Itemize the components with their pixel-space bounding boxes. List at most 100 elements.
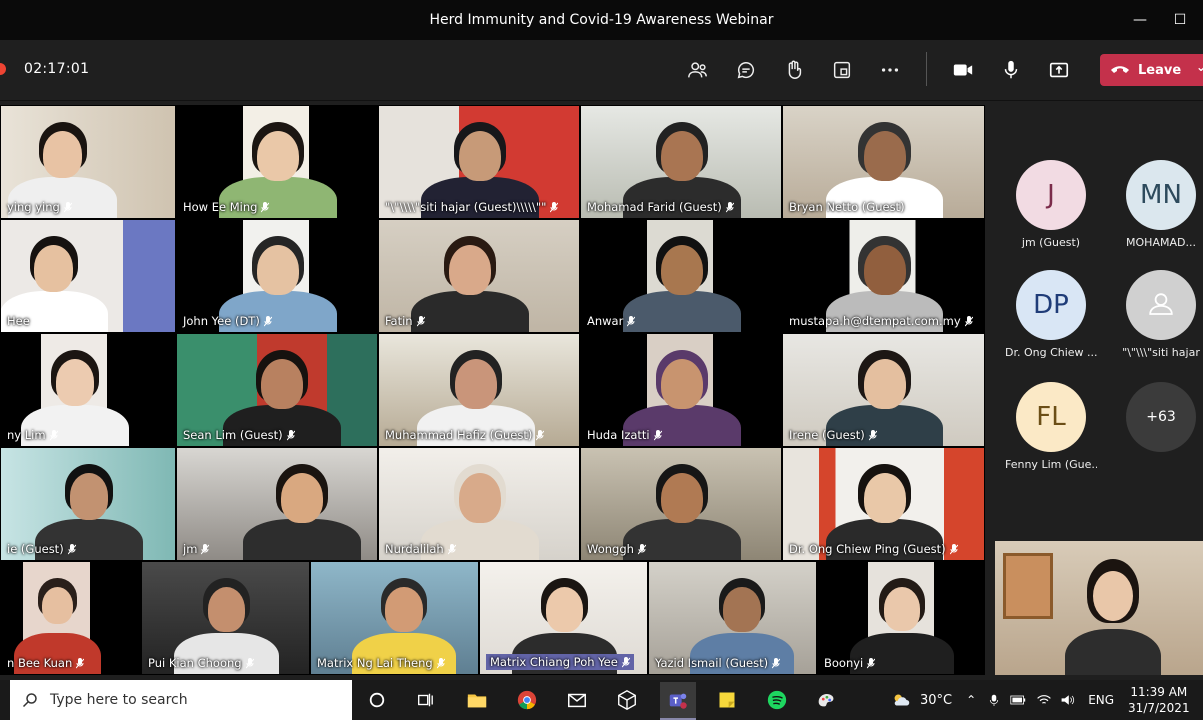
wifi-icon[interactable] <box>1036 694 1052 706</box>
input-language[interactable]: ENG <box>1088 693 1114 707</box>
participant-video-tile[interactable]: Matrix Chiang Poh Yee <box>480 562 647 674</box>
participant-avatar: MN <box>1126 160 1196 230</box>
roster-participant[interactable]: MN MOHAMAD... <box>1115 160 1203 249</box>
more-icon <box>881 68 899 72</box>
participant-name-tag: Hee <box>7 314 42 328</box>
chevron-down-icon[interactable]: ⌄ <box>1196 60 1203 74</box>
reactions-button[interactable] <box>778 54 810 86</box>
participant-face <box>454 359 497 410</box>
participant-avatar: J <box>1016 160 1086 230</box>
participant-video-tile[interactable]: mustapa.h@dtempat.com.my <box>783 220 984 332</box>
participant-video-tile[interactable]: Boonyi <box>818 562 984 674</box>
participant-name: Huda Izatti <box>587 428 650 442</box>
participant-video-tile[interactable]: "\"\\\\"siti hajar (Guest)\\\\\"" <box>379 106 579 218</box>
more-participants-button[interactable]: +63 <box>1115 382 1203 452</box>
spotify-icon[interactable] <box>763 686 791 714</box>
participant-name-tag: Nurdalilah <box>385 542 456 556</box>
participant-video-tile[interactable]: Fatin <box>379 220 579 332</box>
participant-video-tile[interactable]: Pui Kian Choong <box>142 562 309 674</box>
participant-video-tile[interactable]: ying ying <box>1 106 175 218</box>
participant-video-tile[interactable]: Hee <box>1 220 175 332</box>
participant-video-tile[interactable]: Sean Lim (Guest) <box>177 334 377 446</box>
task-view-icon[interactable] <box>411 686 439 714</box>
participant-name-tag: ny Lim <box>7 428 58 442</box>
participant-video-tile[interactable]: ie (Guest) <box>1 448 175 560</box>
clock[interactable]: 11:39 AM 31/7/2021 <box>1128 684 1190 716</box>
maximize-button[interactable]: ☐ <box>1157 0 1203 40</box>
rooms-button[interactable] <box>826 54 858 86</box>
participant-name-tag: Muhammad Hafiz (Guest) <box>385 428 545 442</box>
participant-body <box>243 518 362 560</box>
share-button[interactable] <box>1043 54 1075 86</box>
participant-face <box>257 131 299 182</box>
mic-off-icon <box>447 543 456 554</box>
video-grid: ying ying How Ee Ming "\"\\\\"siti hajar (… <box>0 105 985 675</box>
mail-icon[interactable] <box>563 686 591 714</box>
participant-video-tile[interactable]: jm <box>177 448 377 560</box>
cortana-icon[interactable] <box>363 686 391 714</box>
mic-button[interactable] <box>995 54 1027 86</box>
roster-participant[interactable]: "\"\\\"siti hajar <box>1115 270 1203 359</box>
participant-name-tag: mustapa.h@dtempat.com.my <box>789 314 973 328</box>
share-screen-icon <box>1049 62 1069 78</box>
participant-video-tile[interactable]: Dr. Ong Chiew Ping (Guest) <box>783 448 984 560</box>
mic-off-icon <box>536 429 545 440</box>
chat-button[interactable] <box>730 54 762 86</box>
more-actions-button[interactable] <box>874 54 906 86</box>
mic-off-icon <box>949 543 958 554</box>
file-explorer-icon[interactable] <box>463 686 491 714</box>
participant-video-tile[interactable]: Wonggh <box>581 448 781 560</box>
teams-taskbar-icon[interactable] <box>660 682 696 720</box>
participant-video-tile[interactable]: Bryan Netto (Guest) <box>783 106 984 218</box>
participant-video-tile[interactable]: Irene (Guest) <box>783 334 984 446</box>
mic-off-icon <box>550 201 559 212</box>
clock-time: 11:39 AM <box>1130 685 1188 699</box>
system-tray: 30°C ⌃ ENG 11:39 AM 31/7/2021 <box>890 680 1190 720</box>
roster-participant[interactable]: FL Fenny Lim (Gue... <box>1005 382 1097 471</box>
participant-video-tile[interactable]: Mohamad Farid (Guest) <box>581 106 781 218</box>
participant-name-tag: Matrix Ng Lai Theng <box>317 656 445 670</box>
participant-name-tag: John Yee (DT) <box>183 314 272 328</box>
volume-icon[interactable] <box>1060 693 1076 707</box>
mic-off-icon <box>201 543 210 554</box>
roster-participant[interactable]: Jjm (Guest) <box>1005 160 1097 249</box>
participant-video-tile[interactable]: Matrix Ng Lai Theng <box>311 562 478 674</box>
participant-name-tag: ying ying <box>7 200 72 214</box>
avatar-initials: +63 <box>1146 409 1176 425</box>
participant-video-tile[interactable]: How Ee Ming <box>177 106 377 218</box>
participant-video-tile[interactable]: John Yee (DT) <box>177 220 377 332</box>
tray-overflow-icon[interactable]: ⌃ <box>966 693 976 707</box>
taskbar-search-box[interactable]: Type here to search <box>10 680 352 720</box>
mic-off-icon <box>964 315 973 326</box>
participant-video-tile[interactable]: Yazid Ismail (Guest) <box>649 562 816 674</box>
participant-name-tag: Fatin <box>385 314 425 328</box>
participant-video-tile[interactable]: Nurdalilah <box>379 448 579 560</box>
participant-video-tile[interactable]: Muhammad Hafiz (Guest) <box>379 334 579 446</box>
paint-icon[interactable] <box>812 686 840 714</box>
participant-video-tile[interactable]: Anwar <box>581 220 781 332</box>
participant-video-tile[interactable]: Huda Izatti <box>581 334 781 446</box>
participant-name: Matrix Chiang Poh Yee <box>490 655 618 669</box>
participant-video-tile[interactable]: n Bee Kuan <box>1 562 140 674</box>
toolbar-divider <box>926 52 927 86</box>
self-video-preview[interactable] <box>995 541 1203 675</box>
participants-button[interactable] <box>682 54 714 86</box>
camera-button[interactable] <box>947 54 979 86</box>
search-placeholder: Type here to search <box>50 692 188 708</box>
app-cube-icon[interactable] <box>613 686 641 714</box>
participant-name: jm <box>183 542 198 556</box>
avatar-initials: MN <box>1140 180 1182 210</box>
weather-temp: 30°C <box>920 692 953 708</box>
camera-icon <box>953 64 973 76</box>
avatar-initials: J <box>1047 180 1055 210</box>
mic-off-icon <box>653 429 662 440</box>
leave-button[interactable]: Leave ⌄ <box>1100 54 1203 86</box>
roster-participant[interactable]: DP Dr. Ong Chiew ... <box>1005 270 1097 359</box>
participant-name: Irene (Guest) <box>789 428 865 442</box>
microphone-tray-icon[interactable] <box>988 693 1000 707</box>
participant-name-tag: ie (Guest) <box>7 542 76 556</box>
battery-icon[interactable] <box>1010 694 1026 706</box>
sticky-notes-icon[interactable] <box>713 686 741 714</box>
participant-video-tile[interactable]: ny Lim <box>1 334 175 446</box>
chrome-icon[interactable] <box>513 686 541 714</box>
